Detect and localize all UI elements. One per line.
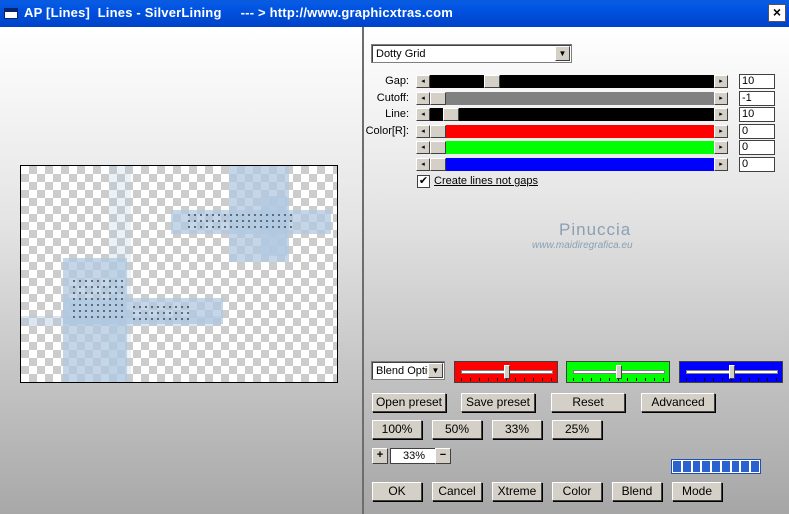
slider-track[interactable] [430,158,714,171]
slider-thumb[interactable] [430,125,446,138]
value-field-red[interactable]: 0 [739,124,775,139]
progress-segment [751,461,760,472]
create-lines-label[interactable]: Create lines not gaps [434,175,538,187]
slider-gap[interactable]: ◂ ▸ [416,75,728,88]
progress-segment [682,461,691,472]
zoom-33-button[interactable]: 33% [492,420,542,439]
arrow-right-icon[interactable]: ▸ [714,75,728,88]
plus-icon: + [376,449,384,461]
arrow-left-icon[interactable]: ◂ [416,75,430,88]
watermark-url: www.maidiregrafica.eu [532,240,633,251]
checkmark-icon: ✔ [418,175,429,187]
slider-thumb[interactable] [443,108,460,121]
slider-thumb[interactable] [430,158,446,171]
slider-thumb[interactable] [483,75,500,88]
window-title: AP [Lines] Lines - SilverLining --- > ht… [24,5,453,20]
color-box-blue[interactable] [679,361,783,383]
slider-label-line: Line: [385,108,409,120]
blend-button[interactable]: Blend [612,482,662,501]
arrow-right-icon[interactable]: ▸ [714,158,728,171]
slider-thumb[interactable] [504,365,510,379]
slider-thumb[interactable] [616,365,622,379]
progress-segment [673,461,681,472]
chevron-down-icon[interactable]: ▼ [428,363,443,378]
slider-label-gap: Gap: [385,75,409,87]
color-button[interactable]: Color [552,482,602,501]
slider-track[interactable] [430,108,714,121]
reset-button[interactable]: Reset [551,393,625,412]
slider-thumb[interactable] [430,92,446,105]
create-lines-checkbox[interactable]: ✔ [417,175,430,188]
controls-pane: Dotty Grid ▼ Gap: ◂ ▸ 10 Cutoff: ◂ ▸ -1 Line: ◂ ▸ 1… [364,27,789,514]
arrow-left-icon[interactable]: ◂ [416,141,430,154]
arrow-right-icon[interactable]: ▸ [714,141,728,154]
arrow-left-icon[interactable]: ◂ [416,125,430,138]
zoom-out-button[interactable]: − [435,448,451,464]
arrow-right-icon[interactable]: ▸ [714,125,728,138]
preview-canvas[interactable] [20,165,338,383]
color-box-red[interactable] [454,361,558,383]
progress-segment [731,461,740,472]
blend-options-value: Blend Options [376,365,428,377]
slider-line[interactable]: ◂ ▸ [416,108,728,121]
preview-dots [131,304,191,322]
effect-select-value: Dotty Grid [376,48,426,60]
slider-thumb[interactable] [430,141,446,154]
window-icon [4,8,18,19]
slider-track[interactable] [430,92,714,105]
value-field-gap[interactable]: 10 [739,74,775,89]
arrow-left-icon[interactable]: ◂ [416,108,430,121]
value-field-green[interactable]: 0 [739,140,775,155]
progress-bar [671,459,761,474]
slider-cutoff[interactable]: ◂ ▸ [416,92,728,105]
zoom-25-button[interactable]: 25% [552,420,602,439]
slider-track[interactable] [430,141,714,154]
preview-dots [186,212,296,232]
xtreme-button[interactable]: Xtreme [492,482,542,501]
mode-button[interactable]: Mode [672,482,722,501]
slider-blue[interactable]: ◂ ▸ [416,158,728,171]
preview-dots [71,278,127,322]
zoom-100-button[interactable]: 100% [372,420,422,439]
slider-track[interactable] [430,75,714,88]
progress-segment [702,461,711,472]
save-preset-button[interactable]: Save preset [461,393,535,412]
effect-select[interactable]: Dotty Grid ▼ [371,44,572,63]
open-preset-button[interactable]: Open preset [372,393,446,412]
cancel-button[interactable]: Cancel [432,482,482,501]
arrow-right-icon[interactable]: ▸ [714,108,728,121]
progress-segment [692,461,701,472]
arrow-left-icon[interactable]: ◂ [416,158,430,171]
slider-label-cutoff: Cutoff: [376,92,409,104]
close-button[interactable]: × [768,4,786,22]
title-bar: AP [Lines] Lines - SilverLining --- > ht… [0,0,789,27]
progress-segment [741,461,750,472]
slider-label-red: Color[R]: [365,125,409,137]
arrow-right-icon[interactable]: ▸ [714,92,728,105]
value-field-line[interactable]: 10 [739,107,775,122]
slider-red[interactable]: ◂ ▸ [416,125,728,138]
value-field-blue[interactable]: 0 [739,157,775,172]
chevron-down-icon[interactable]: ▼ [555,46,570,61]
blend-options-select[interactable]: Blend Options ▼ [371,361,445,380]
slider-thumb[interactable] [729,365,735,379]
preview-pane [0,27,362,514]
slider-green[interactable]: ◂ ▸ [416,141,728,154]
zoom-50-button[interactable]: 50% [432,420,482,439]
value-field-cutoff[interactable]: -1 [739,91,775,106]
zoom-in-button[interactable]: + [372,448,388,464]
watermark-title: Pinuccia [559,220,632,239]
arrow-left-icon[interactable]: ◂ [416,92,430,105]
advanced-button[interactable]: Advanced [641,393,715,412]
slider-track[interactable] [430,125,714,138]
progress-segment [712,461,720,472]
ok-button[interactable]: OK [372,482,422,501]
color-box-green[interactable] [566,361,670,383]
minus-icon: − [439,449,447,461]
progress-segment [721,461,730,472]
zoom-level-field[interactable]: 33% [390,448,438,464]
